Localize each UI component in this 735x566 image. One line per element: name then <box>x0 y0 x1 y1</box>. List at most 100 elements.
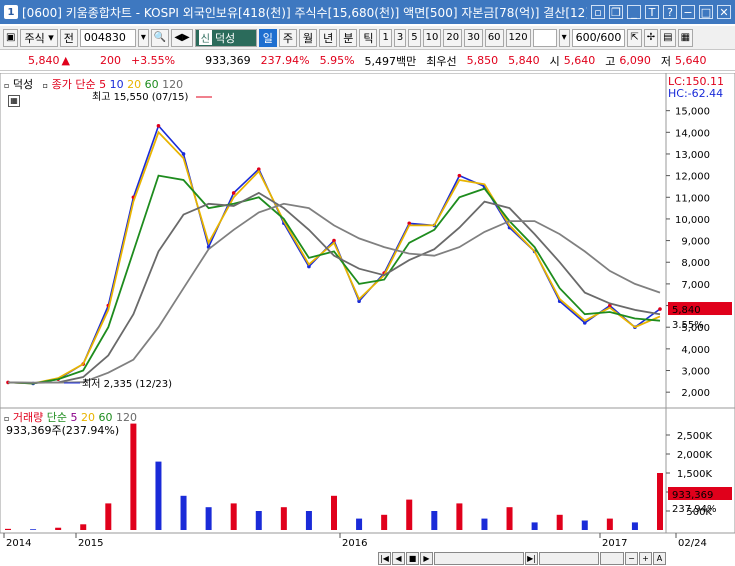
scroll-right-icon[interactable]: ▶| <box>525 552 538 565</box>
date-tick-label-3: 2017 <box>602 538 627 549</box>
stop-icon[interactable]: ■ <box>406 552 419 565</box>
chart-scroll-controls: |◀ ◀ ■ ▶ ▶| − + A <box>378 551 666 566</box>
volume-tick-label-2: 1,500K <box>677 469 713 480</box>
last-volume-pct-tag: 237.94% <box>672 504 717 515</box>
high-label: 고 <box>605 54 616 68</box>
crosshair-icon[interactable]: ✢ <box>643 28 659 47</box>
code-dropdown-icon[interactable]: ▾ <box>137 28 149 47</box>
volume-bar-2 <box>55 527 62 530</box>
price-pane[interactable]: 2,0003,0004,0005,0006,0007,0008,0009,000… <box>0 73 735 408</box>
legend-box-icon: ▫ <box>4 81 10 90</box>
max-annotation: 최고 15,550 (07/15) <box>92 91 188 103</box>
price-legend-ma10: 10 <box>109 78 124 91</box>
help-icon[interactable]: ? <box>663 5 677 19</box>
price-chart[interactable]: 2,0003,0004,0005,0006,0007,0008,0009,000… <box>0 73 735 408</box>
close-window-icon[interactable]: ✕ <box>717 5 731 19</box>
panel-toggle-icon[interactable]: ▣ <box>3 28 19 47</box>
price-series-3 <box>7 191 661 384</box>
scroll-next-icon[interactable]: ▶ <box>420 552 433 565</box>
period-day[interactable]: 일 <box>258 28 277 47</box>
minute-30[interactable]: 30 <box>464 28 483 47</box>
volume-bar-13 <box>331 495 337 530</box>
window-title: [0600] 키움종합차트 - KOSPI 외국인보유[418(천)] 주식수[… <box>22 5 587 20</box>
price-tick-label-5: 7,000 <box>681 280 710 291</box>
price-tick-label-8: 10,000 <box>675 215 710 226</box>
volume-pane[interactable]: 500K1,000K1,500K2,000K2,500K933,369237.9… <box>0 408 735 533</box>
stock-code-input[interactable]: 004830 <box>79 28 136 47</box>
font-icon[interactable]: T <box>645 5 659 19</box>
date-tick-label-0: 2014 <box>6 538 31 549</box>
price-tick-label-7: 9,000 <box>681 237 710 248</box>
date-tick-label-4: 02/24 <box>678 538 707 549</box>
market-select[interactable]: 주식 ▾ <box>20 28 58 47</box>
minimize-window-icon[interactable]: − <box>681 5 695 19</box>
volume-bar-6 <box>155 461 162 530</box>
price-change: 200 <box>99 54 121 67</box>
price-tick-label-11: 13,000 <box>675 150 710 161</box>
save-chart-icon[interactable]: ▤ <box>660 28 676 47</box>
zoom-plus-icon[interactable]: + <box>639 552 652 565</box>
date-axis: 2014 2015 2016 2017 02/24 <box>0 533 735 549</box>
minute-3[interactable]: 3 <box>393 28 407 47</box>
price-point-6 <box>156 124 161 128</box>
volume-bar-14 <box>356 518 363 530</box>
search-icon[interactable]: 🔍 <box>150 28 170 47</box>
restore-icon[interactable]: ❐ <box>609 5 623 19</box>
price-series-2 <box>7 174 661 385</box>
save-icon[interactable]: ▫ <box>591 5 605 19</box>
period-minute[interactable]: 분 <box>339 28 358 47</box>
low-price: 5,640 <box>675 54 707 67</box>
period-month[interactable]: 월 <box>298 28 318 47</box>
scroll-track[interactable] <box>434 552 524 565</box>
price-point-9 <box>231 191 236 195</box>
price-point-26 <box>658 307 662 311</box>
minimize-icon[interactable]: _ <box>627 5 641 19</box>
volume-tick-label-4: 2,500K <box>677 431 713 442</box>
volume-legend-ma120: 120 <box>116 411 138 424</box>
price-series-1 <box>7 130 661 385</box>
settings-icon[interactable]: ▦ <box>677 28 694 47</box>
volume-bar-11 <box>280 507 287 530</box>
grid-toggle-icon[interactable]: ▦ <box>8 95 20 107</box>
volume-bar-7 <box>180 495 187 530</box>
custom-period-input[interactable] <box>532 28 557 47</box>
period-year[interactable]: 년 <box>319 28 338 47</box>
jeon-button[interactable]: 전 <box>59 28 78 47</box>
minute-20[interactable]: 20 <box>443 28 463 47</box>
volume-bar-12 <box>305 511 312 530</box>
zoom-in-icon[interactable]: ⇱ <box>627 28 642 47</box>
volume-ratio: 237.94% <box>260 54 310 67</box>
minute-60[interactable]: 60 <box>484 28 504 47</box>
price-legend: ▫ 덕성 ▫ 종가 단순 5 10 20 60 120 <box>4 76 183 92</box>
zoom-out-icon[interactable]: − <box>625 552 638 565</box>
volume-bar-24 <box>606 518 613 530</box>
count-input[interactable]: 600/600 <box>571 28 626 47</box>
scroll-left-icon[interactable]: |◀ <box>378 552 391 565</box>
stock-name-field[interactable]: 신 덕성 <box>194 28 257 47</box>
custom-period-dropdown-icon[interactable]: ▾ <box>558 28 570 47</box>
period-week[interactable]: 주 <box>278 28 297 47</box>
scroll-prev-icon[interactable]: ◀ <box>392 552 405 565</box>
minute-1[interactable]: 1 <box>379 28 392 47</box>
price-tick-label-6: 8,000 <box>681 258 710 269</box>
zoom-slider[interactable] <box>600 552 624 565</box>
maximize-window-icon[interactable]: □ <box>699 5 713 19</box>
text-size-icon[interactable]: A <box>653 552 666 565</box>
volume-tick-label-3: 2,000K <box>677 450 713 461</box>
price-legend-ma5: 5 <box>99 78 107 91</box>
price-tick-label-13: 15,000 <box>675 107 710 118</box>
volume-bar-25 <box>631 522 638 530</box>
volume-bar-8 <box>205 507 212 530</box>
minute-5[interactable]: 5 <box>408 28 421 47</box>
price-change-pct: +3.55% <box>130 54 176 67</box>
period-tick[interactable]: 틱 <box>359 28 378 47</box>
volume-bar-5 <box>130 423 137 530</box>
volume-bar-10 <box>255 511 262 530</box>
minute-120[interactable]: 120 <box>505 28 531 47</box>
quote-bar: 5,840 ▲ 200 +3.55% 933,369 237.94% 5.95%… <box>0 51 735 71</box>
scroll-thumb-area[interactable] <box>539 552 599 565</box>
price-series-4 <box>7 202 661 384</box>
minute-10[interactable]: 10 <box>422 28 442 47</box>
prev-next-icon[interactable]: ◀▶ <box>171 28 193 47</box>
volume-bar-23 <box>581 520 588 530</box>
